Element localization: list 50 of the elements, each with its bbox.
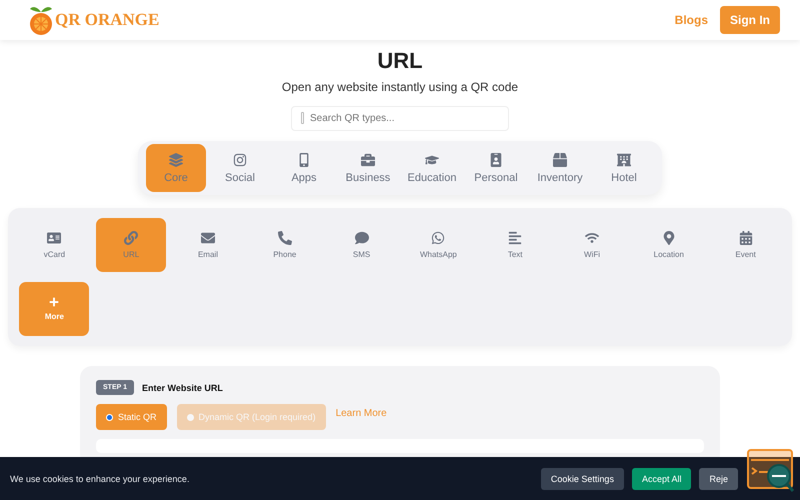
page-title: URL: [377, 48, 423, 74]
whatsapp-icon: [431, 231, 446, 245]
reject-button[interactable]: Reje: [699, 468, 738, 490]
page-subtitle: Open any website instantly using a QR code: [282, 80, 518, 94]
radio-button[interactable]: [106, 414, 113, 420]
category-tab[interactable]: Personal: [466, 144, 526, 192]
sign-in-button[interactable]: Sign In: [720, 6, 780, 34]
cookie-message: We use cookies to enhance your experience.: [10, 474, 190, 484]
instagram-icon: [233, 152, 247, 166]
qr-type-tile[interactable]: Phone: [250, 218, 320, 272]
search-field[interactable]: Search QR types...: [291, 106, 509, 131]
category-tab[interactable]: Apps: [274, 144, 334, 192]
plus-icon: [49, 297, 60, 307]
chat-bubble-icon: [354, 231, 369, 245]
briefcase-icon: [361, 152, 375, 166]
phone-icon: [278, 231, 292, 245]
qr-type-tile[interactable]: Event: [710, 218, 781, 272]
cookie-settings-button[interactable]: Cookie Settings: [540, 468, 624, 490]
qr-type-tile[interactable]: SMS: [326, 218, 397, 272]
id-badge-icon: [489, 152, 503, 166]
qr-type-tile[interactable]: WhatsApp: [403, 218, 474, 272]
accept-all-button[interactable]: Accept All: [632, 468, 692, 490]
qr-type-tile[interactable]: Location: [634, 218, 704, 272]
brand-name[interactable]: QR ORANGE: [55, 10, 160, 30]
text-lines-icon: [508, 231, 522, 245]
qr-mode-option[interactable]: Static QR: [96, 404, 167, 430]
category-tab[interactable]: Hotel: [594, 144, 654, 192]
map-pin-icon: [662, 231, 676, 245]
category-tab[interactable]: Social: [210, 144, 270, 192]
step-title: Enter Website URL: [142, 382, 223, 392]
building-icon: [617, 152, 631, 166]
blogs-link[interactable]: Blogs: [674, 13, 708, 27]
calendar-icon: [738, 231, 753, 245]
link-icon: [124, 231, 138, 245]
contact-card-icon: [47, 231, 62, 245]
search-cursor-icon: [301, 112, 304, 124]
qr-type-tile[interactable]: vCard: [19, 218, 90, 272]
category-tab[interactable]: Business: [338, 144, 398, 192]
box-icon: [553, 152, 567, 166]
qr-type-tile[interactable]: Text: [480, 218, 550, 272]
layers-icon: [169, 152, 183, 166]
more-button[interactable]: More: [19, 282, 90, 336]
category-tab[interactable]: Education: [402, 144, 462, 192]
phone-icon: [297, 152, 311, 166]
qr-type-tile[interactable]: WiFi: [556, 218, 627, 272]
floating-help-widget-icon[interactable]: [746, 448, 796, 494]
qr-type-tile[interactable]: Email: [172, 218, 243, 272]
wifi-icon: [584, 231, 599, 245]
envelope-icon: [200, 231, 215, 245]
category-tab[interactable]: Inventory: [530, 144, 590, 192]
